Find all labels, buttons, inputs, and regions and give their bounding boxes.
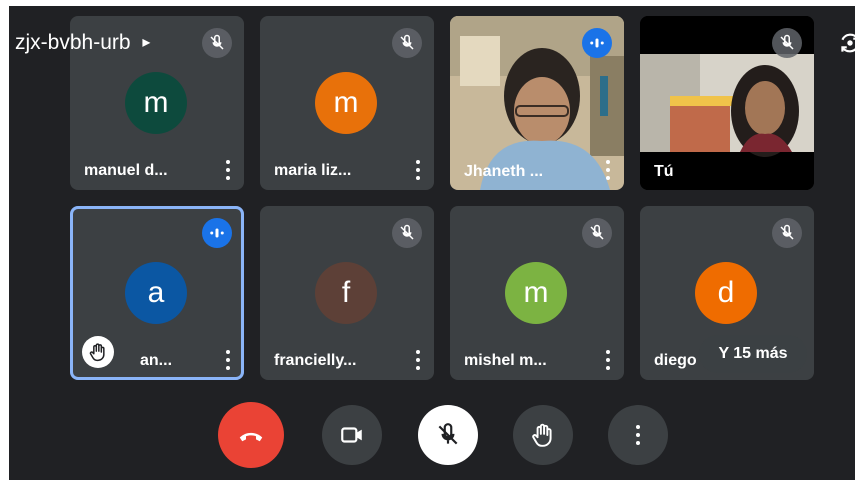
- raise-hand-icon: [82, 336, 114, 368]
- raise-hand-button[interactable]: [513, 405, 573, 465]
- more-options-button[interactable]: [608, 405, 668, 465]
- mic-off-icon: [392, 28, 422, 58]
- meet-stage: m manuel d... m maria liz... Jhaneth ...…: [9, 6, 855, 480]
- more-vert-icon[interactable]: [602, 348, 614, 372]
- camera-button[interactable]: [322, 405, 382, 465]
- avatar: m: [505, 262, 567, 324]
- end-call-button[interactable]: [218, 402, 284, 468]
- avatar: f: [315, 262, 377, 324]
- more-vert-icon[interactable]: [222, 348, 234, 372]
- more-vert-icon[interactable]: [602, 158, 614, 182]
- mic-off-icon: [582, 218, 612, 248]
- meeting-info[interactable]: zjx-bvbh-urb ▸: [15, 31, 150, 55]
- participant-tile-jhaneth[interactable]: Jhaneth ...: [450, 16, 624, 190]
- avatar: a: [125, 262, 187, 324]
- participant-name: mishel m...: [464, 352, 547, 369]
- meeting-code: zjx-bvbh-urb: [15, 31, 131, 54]
- end-call-icon: [239, 432, 263, 442]
- more-vert-icon[interactable]: [222, 158, 234, 182]
- avatar: m: [125, 72, 187, 134]
- more-vert-icon[interactable]: [412, 348, 424, 372]
- more-participants-label: Y 15 más: [718, 345, 788, 362]
- participant-name: maria liz...: [274, 162, 352, 179]
- more-participants-chip[interactable]: Y 15 más: [699, 335, 807, 373]
- participant-name: an...: [140, 352, 173, 369]
- speaking-icon: [202, 218, 232, 248]
- participant-name: diego: [654, 352, 697, 369]
- participant-tile-mishel[interactable]: m mishel m...: [450, 206, 624, 380]
- mic-off-icon: [392, 218, 422, 248]
- mic-off-icon: [772, 218, 802, 248]
- more-vert-icon: [635, 424, 641, 446]
- avatar: m: [315, 72, 377, 134]
- participant-tile-maria[interactable]: m maria liz...: [260, 16, 434, 190]
- participant-tile-self[interactable]: Tú: [640, 16, 814, 190]
- camera-icon: [341, 427, 362, 443]
- mic-off-icon: [772, 28, 802, 58]
- avatar: d: [695, 262, 757, 324]
- participant-name: manuel d...: [84, 162, 168, 179]
- participant-name: Jhaneth ...: [464, 163, 544, 180]
- mic-off-icon: [202, 28, 232, 58]
- mic-off-icon: [438, 423, 458, 445]
- mic-button[interactable]: [418, 405, 478, 465]
- participant-name: francielly...: [274, 352, 357, 369]
- participant-tile-an[interactable]: a an...: [70, 206, 244, 380]
- chevron-right-icon: ▸: [142, 34, 151, 51]
- participant-tile-francielly[interactable]: f francielly...: [260, 206, 434, 380]
- speaking-icon: [582, 28, 612, 58]
- participant-name: Tú: [654, 163, 674, 180]
- switch-camera-icon[interactable]: [837, 30, 855, 56]
- raise-hand-icon: [532, 423, 552, 447]
- more-vert-icon[interactable]: [412, 158, 424, 182]
